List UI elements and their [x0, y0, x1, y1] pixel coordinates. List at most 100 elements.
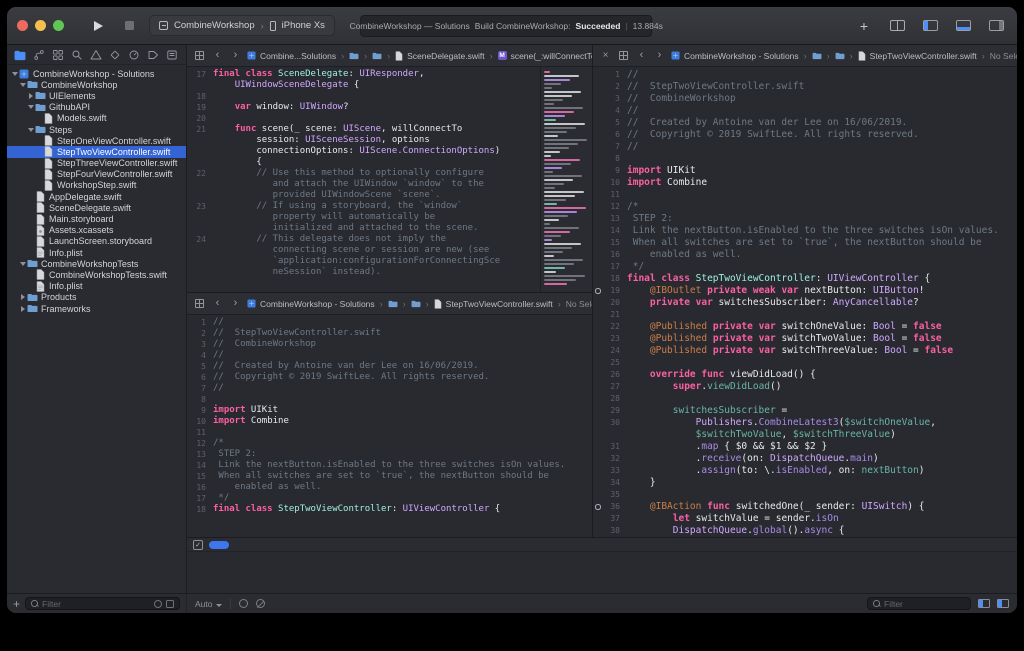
stop-button[interactable] — [118, 15, 140, 37]
find-navigator-icon[interactable] — [69, 47, 84, 62]
tree-item-info-plist[interactable]: Info.plist — [7, 247, 186, 258]
breadcrumb-item[interactable]: StepTwoViewController.swift — [434, 299, 553, 309]
navigator-panel-toggle[interactable] — [919, 15, 941, 37]
breadcrumb-item[interactable] — [388, 300, 398, 308]
scheme-selector[interactable]: CombineWorkshop › iPhone Xs — [149, 15, 335, 36]
recents-filter-icon[interactable] — [154, 600, 162, 608]
tree-item-scenedelegate-swift[interactable]: SceneDelegate.swift — [7, 202, 186, 213]
breadcrumb-item[interactable]: No Selection — [990, 51, 1017, 61]
variables-filter-icon[interactable] — [239, 599, 248, 608]
breadcrumb-item[interactable] — [372, 52, 382, 60]
ib-connection-circle[interactable] — [595, 288, 601, 294]
line-number-gutter: 19 — [187, 102, 213, 113]
tests-navigator-icon[interactable] — [107, 47, 122, 62]
tree-item-launchscreen-storyboard[interactable]: LaunchScreen.storyboard — [7, 236, 186, 247]
console-filter-input[interactable] — [884, 599, 965, 609]
tree-item-stepfourviewcontroller-swift[interactable]: StepFourViewController.swift — [7, 169, 186, 180]
breadcrumb-item[interactable] — [812, 52, 822, 60]
disclosure-triangle[interactable] — [27, 105, 34, 109]
breakpoint-activation-icon[interactable]: ✓ — [193, 540, 203, 550]
breadcrumb-item[interactable] — [411, 300, 421, 308]
tree-item-stepthreeviewcontroller-swift[interactable]: StepThreeViewController.swift — [7, 158, 186, 169]
minimap-line — [544, 127, 576, 129]
disclosure-triangle[interactable] — [19, 262, 26, 266]
code-editor-steptwo-bottom[interactable]: 1//2// StepTwoViewController.swift3// Co… — [187, 315, 592, 537]
tree-item-main-storyboard[interactable]: Main.storyboard — [7, 213, 186, 224]
project-navigator-icon[interactable] — [12, 47, 27, 62]
clear-console-icon[interactable] — [256, 599, 265, 608]
zoom-button[interactable] — [53, 20, 64, 31]
console-view-toggle[interactable] — [997, 599, 1009, 608]
tree-item-appdelegate-swift[interactable]: AppDelegate.swift — [7, 191, 186, 202]
tree-item-frameworks[interactable]: Frameworks — [7, 303, 186, 314]
reports-navigator-icon[interactable] — [164, 47, 179, 62]
code-editor-scenedelegate[interactable]: 17final class SceneDelegate: UIResponder… — [187, 67, 540, 292]
related-items-button[interactable] — [193, 49, 206, 62]
close-button[interactable] — [17, 20, 28, 31]
add-file-button[interactable]: + — [13, 598, 20, 610]
minimap[interactable] — [540, 67, 592, 292]
breadcrumb-item[interactable] — [349, 52, 359, 60]
tree-item-combineworkshop[interactable]: CombineWorkshop — [7, 79, 186, 90]
tree-item-githubapi[interactable]: GithubAPI — [7, 102, 186, 113]
navigator-filter-input[interactable] — [42, 599, 150, 609]
disclosure-triangle[interactable] — [27, 93, 34, 99]
tree-item-combineworkshoptests[interactable]: CombineWorkshopTests — [7, 258, 186, 269]
code-editor-steptwo-right[interactable]: 1//2// StepTwoViewController.swift3// Co… — [593, 67, 1017, 537]
forward-button[interactable]: › — [229, 297, 242, 310]
breadcrumb-item[interactable]: SceneDelegate.swift — [395, 51, 485, 61]
forward-button[interactable]: › — [653, 49, 666, 62]
destination-name[interactable]: iPhone Xs — [282, 20, 325, 31]
breadcrumb-item[interactable]: StepTwoViewController.swift — [858, 51, 977, 61]
issues-navigator-icon[interactable] — [88, 47, 103, 62]
breadcrumb-item[interactable]: CombineWorkshop - Solutions — [247, 299, 375, 309]
close-editor-button[interactable]: × — [599, 49, 612, 62]
debug-panel-toggle[interactable] — [952, 15, 974, 37]
disclosure-triangle[interactable] — [19, 306, 26, 312]
tree-item-combineworkshop-solutions[interactable]: CombineWorkshop - Solutions — [7, 68, 186, 79]
breadcrumb-item[interactable]: Combine...Solutions — [247, 51, 336, 61]
tree-item-steponeviewcontroller-swift[interactable]: StepOneViewController.swift — [7, 135, 186, 146]
tree-item-models-swift[interactable]: Models.swift — [7, 113, 186, 124]
disclosure-triangle[interactable] — [19, 83, 26, 87]
breadcrumb-item[interactable] — [835, 52, 845, 60]
inspector-panel-toggle[interactable] — [985, 15, 1007, 37]
debug-navigator-icon[interactable] — [126, 47, 141, 62]
back-button[interactable]: ‹ — [211, 49, 224, 62]
forward-button[interactable]: › — [229, 49, 242, 62]
tree-item-info-plist[interactable]: Info.plist — [7, 281, 186, 292]
tree-item-steps[interactable]: Steps — [7, 124, 186, 135]
back-button[interactable]: ‹ — [211, 297, 224, 310]
minimize-button[interactable] — [35, 20, 46, 31]
code-text: final class StepTwoViewController: UIVie… — [627, 273, 930, 285]
back-button[interactable]: ‹ — [635, 49, 648, 62]
debug-location-pill[interactable] — [209, 541, 229, 549]
breakpoints-navigator-icon[interactable] — [145, 47, 160, 62]
breadcrumb-item[interactable]: CombineWorkshop - Solutions — [671, 51, 799, 61]
source-control-navigator-icon[interactable] — [31, 47, 46, 62]
tree-item-combineworkshoptests-swift[interactable]: CombineWorkshopTests.swift — [7, 269, 186, 280]
related-items-button[interactable] — [193, 297, 206, 310]
library-button[interactable]: + — [853, 15, 875, 37]
tree-item-assets-xcassets[interactable]: Assets.xcassets — [7, 225, 186, 236]
variables-view-toggle[interactable] — [978, 599, 990, 608]
disclosure-triangle[interactable] — [27, 128, 34, 132]
source-control-filter-icon[interactable] — [166, 600, 174, 608]
run-button[interactable] — [87, 15, 109, 37]
breadcrumb-item[interactable]: No Selection — [566, 299, 592, 309]
variables-scope-dropdown[interactable]: Auto — [195, 599, 222, 609]
breadcrumb-item[interactable]: Mscene(_:willConnectTo:options:) — [498, 51, 592, 61]
tree-item-workshopstep-swift[interactable]: WorkshopStep.swift — [7, 180, 186, 191]
tree-item-products[interactable]: Products — [7, 292, 186, 303]
editor-layout-button[interactable] — [886, 15, 908, 37]
symbol-navigator-icon[interactable] — [50, 47, 65, 62]
tree-item-steptwoviewcontroller-swift[interactable]: StepTwoViewController.swift — [7, 146, 186, 157]
console-filter-field[interactable] — [867, 597, 971, 610]
ib-connection-circle[interactable] — [595, 504, 601, 510]
navigator-filter-field[interactable] — [25, 597, 180, 610]
related-items-button[interactable] — [617, 49, 630, 62]
tree-item-uielements[interactable]: UIElements — [7, 90, 186, 101]
disclosure-triangle[interactable] — [19, 294, 26, 300]
disclosure-triangle[interactable] — [11, 72, 18, 76]
scheme-name[interactable]: CombineWorkshop — [174, 20, 255, 31]
